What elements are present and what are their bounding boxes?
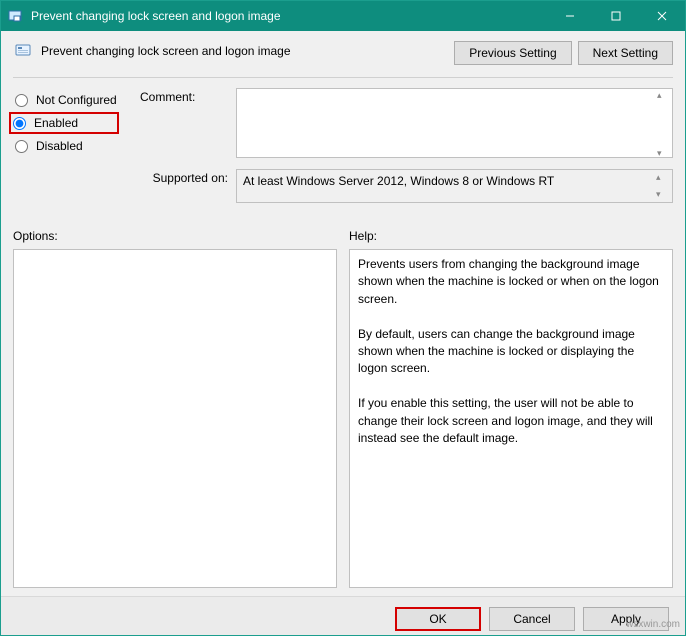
cancel-button[interactable]: Cancel (489, 607, 575, 631)
supported-label: Supported on: (140, 169, 228, 185)
maximize-button[interactable] (593, 1, 639, 31)
next-setting-button[interactable]: Next Setting (578, 41, 673, 65)
window-title: Prevent changing lock screen and logon i… (31, 9, 281, 23)
titlebar: Prevent changing lock screen and logon i… (1, 1, 685, 31)
radio-not-configured[interactable]: Not Configured (13, 92, 128, 108)
close-button[interactable] (639, 1, 685, 31)
window-controls (547, 1, 685, 31)
radio-disabled[interactable]: Disabled (13, 138, 128, 154)
close-icon (657, 11, 667, 21)
maximize-icon (611, 11, 621, 21)
radio-enabled-label: Enabled (34, 116, 78, 130)
comment-field-row: Comment: ▴▾ (140, 88, 673, 161)
state-radio-group: Not Configured Enabled Disabled (13, 88, 128, 211)
comment-input[interactable] (236, 88, 673, 158)
supported-on-text: At least Windows Server 2012, Windows 8 … (243, 174, 554, 188)
options-panel[interactable] (13, 249, 337, 588)
supported-field-row: Supported on: At least Windows Server 20… (140, 169, 673, 203)
policy-editor-window: Prevent changing lock screen and logon i… (0, 0, 686, 636)
footer-bar: OK Cancel Apply (1, 596, 685, 635)
radio-enabled-input[interactable] (13, 117, 26, 130)
apply-button[interactable]: Apply (583, 607, 669, 631)
policy-icon (13, 41, 33, 61)
policy-app-icon (7, 8, 23, 24)
content-area: Prevent changing lock screen and logon i… (1, 31, 685, 635)
supported-on-box: At least Windows Server 2012, Windows 8 … (236, 169, 673, 203)
header-row: Prevent changing lock screen and logon i… (13, 41, 673, 65)
radio-disabled-label: Disabled (36, 139, 83, 153)
radio-disabled-input[interactable] (15, 140, 28, 153)
policy-title: Prevent changing lock screen and logon i… (41, 41, 291, 58)
minimize-button[interactable] (547, 1, 593, 31)
radio-not-configured-input[interactable] (15, 94, 28, 107)
fields-column: Comment: ▴▾ Supported on: At least Windo… (140, 88, 673, 211)
panel-labels-row: Options: Help: (13, 229, 673, 243)
help-panel[interactable]: Prevents users from changing the backgro… (349, 249, 673, 588)
ok-button[interactable]: OK (395, 607, 481, 631)
config-area: Not Configured Enabled Disabled Comment:… (13, 88, 673, 211)
help-panel-text: Prevents users from changing the backgro… (358, 257, 662, 445)
lower-panels: Prevents users from changing the backgro… (13, 249, 673, 588)
radio-enabled[interactable]: Enabled (9, 112, 119, 134)
comment-label: Comment: (140, 88, 228, 104)
help-label: Help: (349, 229, 673, 243)
options-label: Options: (13, 229, 337, 243)
divider (13, 77, 673, 78)
radio-not-configured-label: Not Configured (36, 93, 117, 107)
minimize-icon (565, 11, 575, 21)
previous-setting-button[interactable]: Previous Setting (454, 41, 571, 65)
nav-buttons: Previous Setting Next Setting (454, 41, 673, 65)
scroll-arrows-icon: ▴▾ (656, 172, 670, 200)
